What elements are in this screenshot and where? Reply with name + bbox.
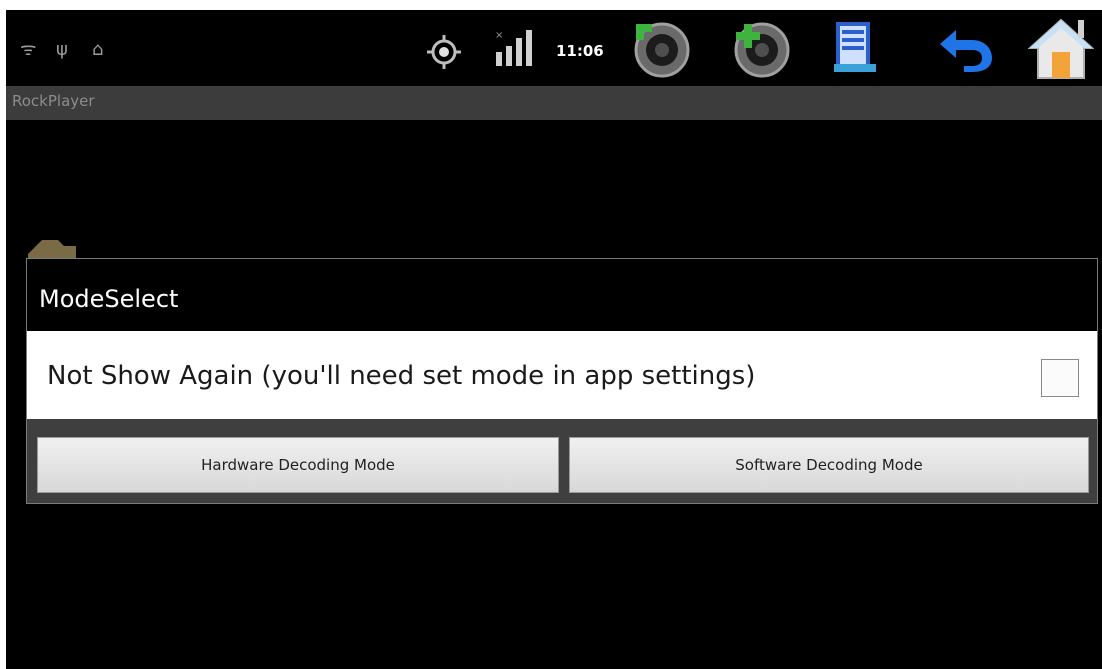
back-icon[interactable] — [936, 26, 996, 74]
not-show-again-label: Not Show Again (you'll need set mode in … — [47, 361, 756, 391]
home-icon[interactable] — [1028, 16, 1094, 80]
not-show-again-option[interactable]: Not Show Again (you'll need set mode in … — [27, 331, 1097, 419]
wifi-icon: ᯤ — [20, 39, 37, 60]
clock: 11:06 — [556, 42, 604, 60]
software-decoding-button[interactable]: Software Decoding Mode — [569, 437, 1089, 493]
volume-up-icon[interactable] — [732, 20, 790, 78]
not-show-again-checkbox[interactable] — [1041, 359, 1079, 397]
status-bar: ᯤ ψ ⌂ × 11:06 — [6, 10, 1102, 86]
hardware-decoding-button[interactable]: Hardware Decoding Mode — [37, 437, 559, 493]
usb-icon: ψ — [56, 39, 68, 60]
mode-select-dialog: ModeSelect Not Show Again (you'll need s… — [26, 258, 1098, 504]
menu-icon[interactable] — [832, 20, 878, 76]
dialog-title: ModeSelect — [39, 285, 179, 313]
dialog-button-row: Hardware Decoding Mode Software Decoding… — [27, 419, 1097, 503]
app-title-bar: RockPlayer — [6, 86, 1102, 120]
svg-text:×: × — [495, 30, 503, 41]
gps-icon — [427, 35, 461, 69]
android-debug-icon: ⌂ — [92, 39, 104, 60]
device-screen: ᯤ ψ ⌂ × 11:06 RockPlayer ModeSelect Not … — [6, 10, 1102, 669]
app-title: RockPlayer — [12, 92, 95, 110]
volume-down-icon[interactable] — [632, 20, 690, 78]
signal-icon: × — [495, 30, 532, 66]
dialog-header: ModeSelect — [27, 259, 1097, 331]
